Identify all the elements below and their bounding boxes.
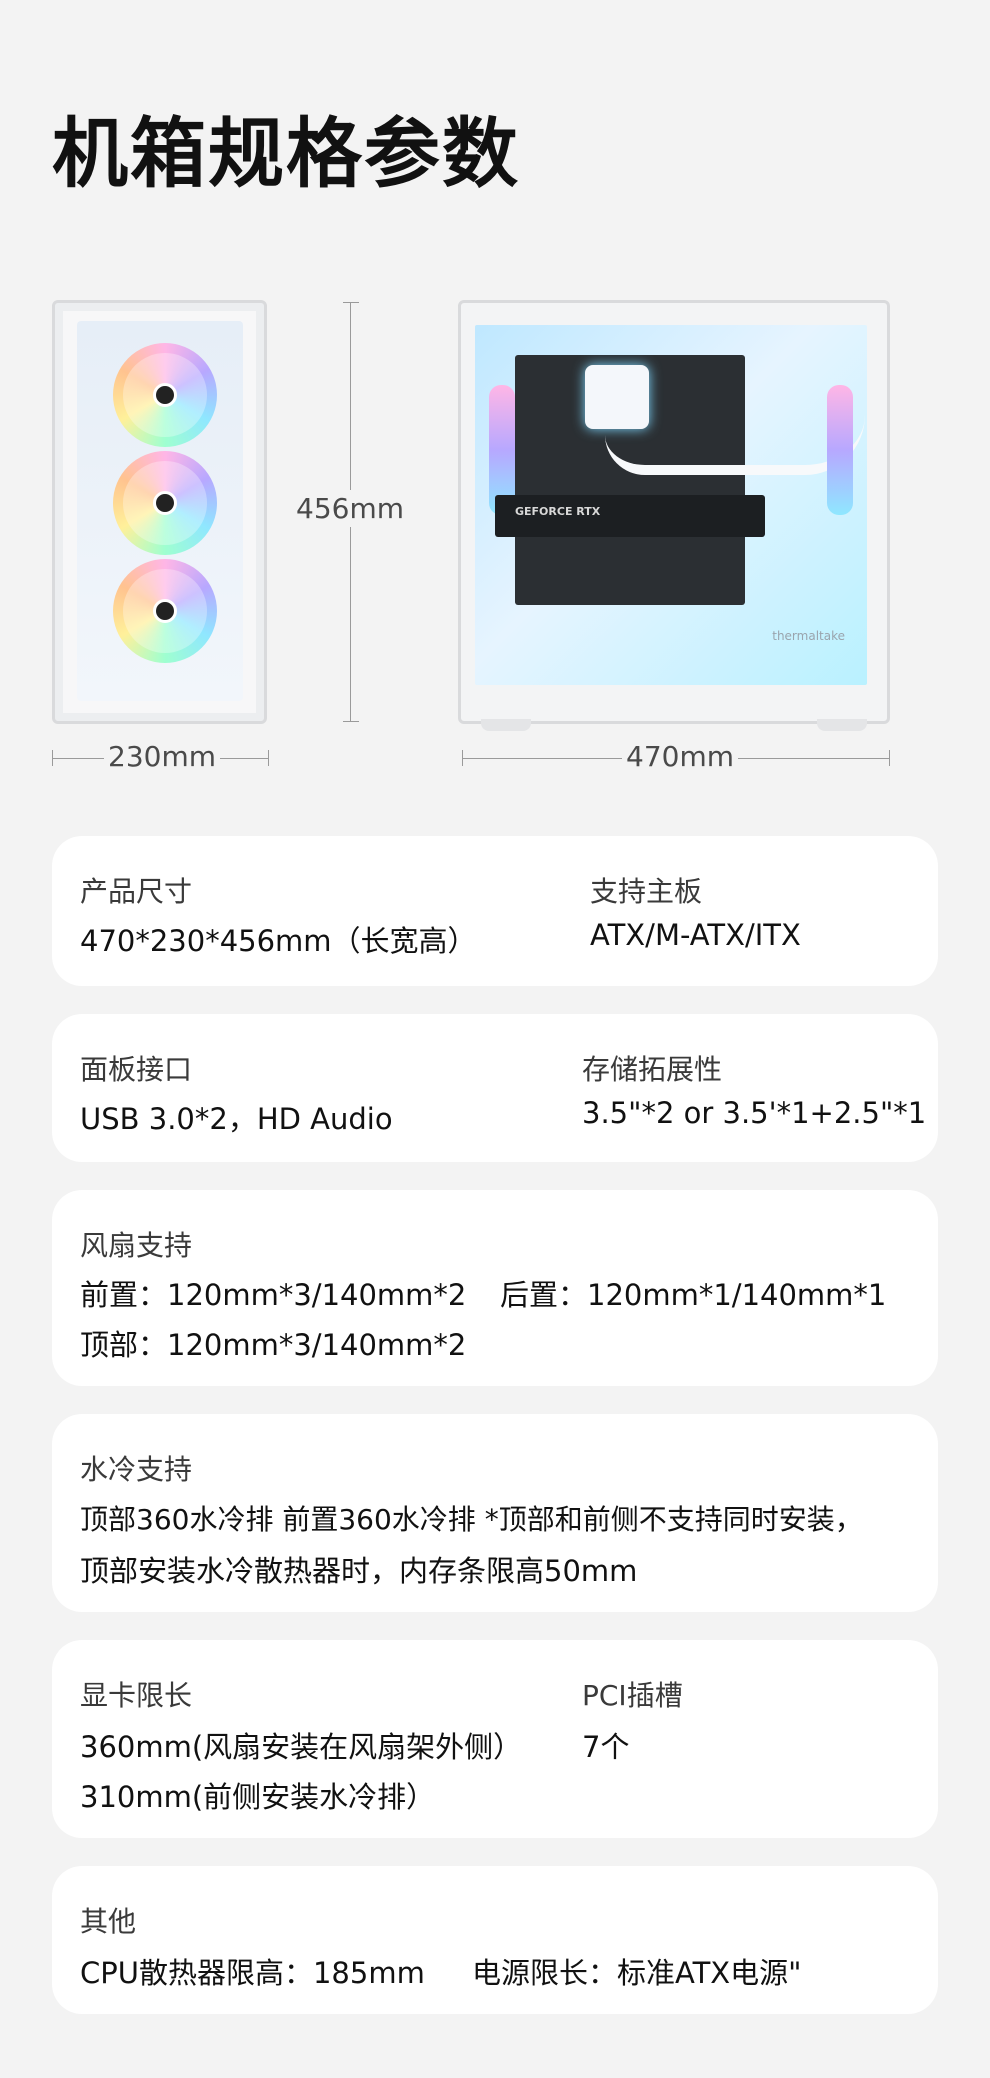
case-side-image: GEFORCE RTX thermaltake — [458, 300, 890, 731]
spec-value-fan-top: 顶部：120mm*3/140mm*2 — [80, 1328, 467, 1362]
spec-value-panel: USB 3.0*2，HD Audio — [80, 1102, 393, 1136]
spec-label-water: 水冷支持 — [80, 1453, 193, 1486]
spec-value-psu: 电源限长：标准ATX电源" — [472, 1956, 802, 1990]
spec-value-motherboard: ATX/M-ATX/ITX — [590, 918, 801, 952]
rgb-fan-icon — [113, 559, 217, 663]
spec-card-size: 产品尺寸 470*230*456mm（长宽高） 支持主板 ATX/M-ATX/I… — [52, 836, 938, 986]
case-front-image — [52, 300, 267, 724]
spec-label-storage: 存储拓展性 — [582, 1053, 723, 1086]
spec-value-fan-front: 前置：120mm*3/140mm*2 — [80, 1278, 467, 1312]
length-dimension-label: 470mm — [622, 740, 738, 773]
side-fan-icon — [827, 385, 853, 515]
spec-card-fan: 风扇支持 前置：120mm*3/140mm*2 后置：120mm*1/140mm… — [52, 1190, 938, 1386]
height-dimension-label: 456mm — [296, 490, 404, 527]
spec-label-panel: 面板接口 — [80, 1053, 193, 1086]
spec-value-cpu-cooler: CPU散热器限高：185mm — [80, 1956, 425, 1990]
spec-card-panel: 面板接口 USB 3.0*2，HD Audio 存储拓展性 3.5"*2 or … — [52, 1014, 938, 1162]
spec-label-gpu: 显卡限长 — [80, 1679, 193, 1712]
spec-label-motherboard: 支持主板 — [590, 875, 703, 908]
spec-value-size: 470*230*456mm（长宽高） — [80, 924, 477, 958]
spec-label-other: 其他 — [80, 1905, 137, 1938]
spec-value-storage: 3.5"*2 or 3.5'*1+2.5"*1 — [582, 1096, 927, 1130]
side-glass-window: GEFORCE RTX thermaltake — [475, 325, 867, 685]
spec-card-other: 其他 CPU散热器限高：185mm 电源限长：标准ATX电源" — [52, 1866, 938, 2014]
spec-value-fan-rear: 后置：120mm*1/140mm*1 — [500, 1278, 887, 1312]
gpu-brand-text: GEFORCE RTX — [515, 505, 601, 518]
brand-logo: thermaltake — [772, 629, 845, 643]
spec-label-fan: 风扇支持 — [80, 1229, 193, 1262]
spec-value-gpu-line2: 310mm(前侧安装水冷排） — [80, 1780, 436, 1814]
spec-value-water-line1: 顶部360水冷排 前置360水冷排 *顶部和前侧不支持同时安装， — [80, 1503, 863, 1536]
graphics-card: GEFORCE RTX — [495, 495, 765, 537]
spec-label-size: 产品尺寸 — [80, 875, 193, 908]
page-title: 机箱规格参数 — [52, 109, 520, 198]
water-tube — [605, 415, 865, 475]
spec-card-water: 水冷支持 顶部360水冷排 前置360水冷排 *顶部和前侧不支持同时安装， 顶部… — [52, 1414, 938, 1612]
spec-label-pci: PCI插槽 — [582, 1679, 683, 1712]
rgb-fan-icon — [113, 451, 217, 555]
spec-value-water-line2: 顶部安装水冷散热器时，内存条限高50mm — [80, 1554, 638, 1588]
spec-value-pci: 7个 — [582, 1730, 630, 1764]
rgb-fan-icon — [113, 343, 217, 447]
width-dimension-label: 230mm — [104, 740, 220, 773]
spec-value-gpu-line1: 360mm(风扇安装在风扇架外侧） — [80, 1730, 523, 1764]
spec-card-gpu: 显卡限长 360mm(风扇安装在风扇架外侧） 310mm(前侧安装水冷排） PC… — [52, 1640, 938, 1838]
